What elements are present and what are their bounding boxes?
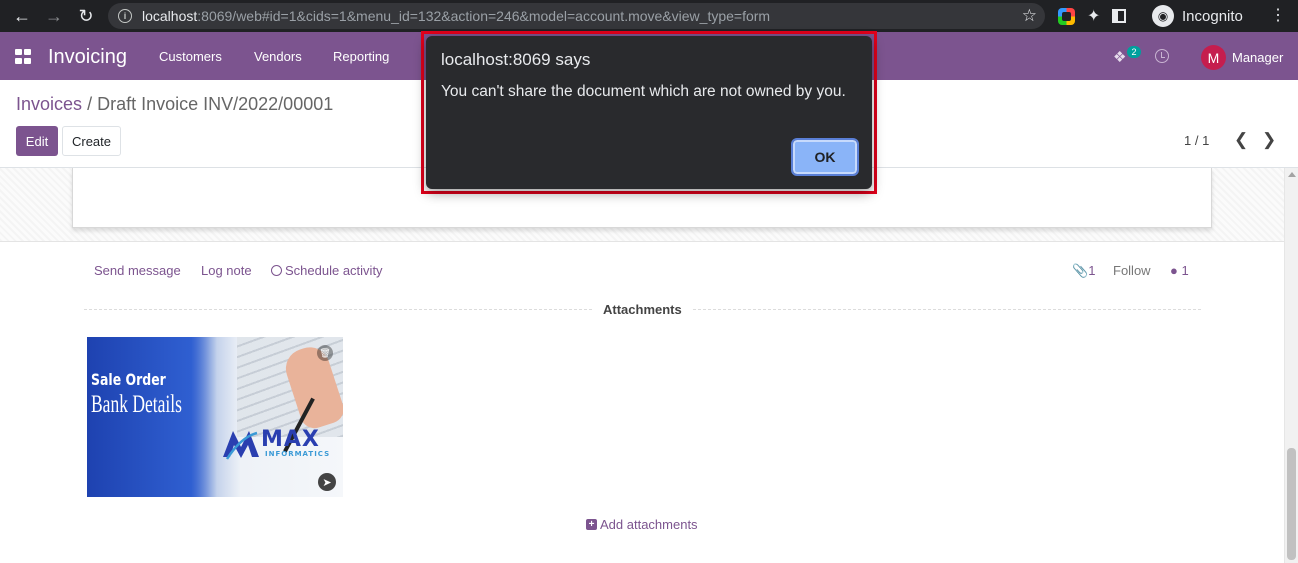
scroll-up-arrow-icon[interactable] — [1288, 172, 1296, 177]
paperclip-icon: 📎 — [1072, 263, 1089, 278]
followers-button[interactable]: ● 1 — [1170, 263, 1189, 278]
apps-menu-icon[interactable] — [15, 49, 32, 64]
follow-button[interactable]: Follow — [1113, 263, 1151, 278]
breadcrumb-invoices[interactable]: Invoices — [16, 94, 82, 114]
side-panel-icon[interactable] — [1112, 9, 1127, 23]
breadcrumb: Invoices / Draft Invoice INV/2022/00001 — [16, 94, 333, 115]
breadcrumb-current: Draft Invoice INV/2022/00001 — [97, 94, 334, 114]
thumbnail-title-line2: Bank Details — [91, 391, 182, 418]
ok-button[interactable]: OK — [791, 138, 859, 176]
forward-icon[interactable]: → — [38, 0, 70, 32]
log-note-button[interactable]: Log note — [201, 263, 252, 278]
messages-icon[interactable]: ❖ — [1113, 48, 1126, 66]
menu-reporting[interactable]: Reporting — [333, 49, 389, 64]
url-host: localhost — [142, 8, 198, 24]
bookmark-star-icon[interactable]: ☆ — [1022, 6, 1037, 26]
share-icon[interactable]: ➤ — [318, 473, 336, 491]
thumbnail-title-line1: Sale Order — [91, 370, 166, 389]
address-bar[interactable]: i localhost:8069/web#id=1&cids=1&menu_id… — [108, 3, 1045, 29]
browser-menu-icon[interactable]: ⋮ — [1270, 6, 1286, 26]
create-button[interactable]: Create — [62, 126, 121, 156]
messages-badge: 2 — [1127, 46, 1141, 58]
attachment-thumbnail[interactable]: Sale Order Bank Details MAX INFORMATICS … — [87, 337, 343, 497]
activity-clock-icon[interactable] — [1155, 49, 1169, 63]
incognito-label: Incognito — [1182, 7, 1243, 25]
add-attachments-button[interactable]: + Add attachments — [586, 517, 698, 532]
app-name[interactable]: Invoicing — [48, 46, 127, 69]
trash-icon[interactable]: 🗑 — [317, 345, 333, 361]
plus-square-icon: + — [586, 519, 597, 530]
attachment-count-button[interactable]: 📎1 — [1072, 263, 1095, 279]
back-icon[interactable]: ← — [6, 0, 38, 32]
reload-icon[interactable]: ↻ — [70, 0, 102, 32]
extensions-area: ✦ — [1058, 0, 1127, 32]
schedule-activity-button[interactable]: Schedule activity — [271, 263, 383, 278]
user-avatar[interactable]: M — [1201, 45, 1226, 70]
max-logo-mark-icon — [223, 431, 259, 460]
alert-title: localhost:8069 says — [441, 50, 591, 69]
puzzle-icon[interactable]: ✦ — [1087, 6, 1100, 26]
attachments-title: Attachments — [603, 302, 682, 317]
attachment-count: 1 — [1088, 263, 1096, 278]
attachments-divider-left — [84, 309, 592, 310]
pager-value[interactable]: 1 / 1 — [1184, 133, 1209, 148]
incognito-profile[interactable]: ◉ Incognito — [1152, 3, 1243, 29]
schedule-activity-label: Schedule activity — [285, 263, 383, 278]
user-name[interactable]: Manager — [1232, 50, 1283, 65]
pager-previous-icon[interactable]: ❮ — [1234, 130, 1248, 150]
page-scrollbar[interactable] — [1284, 168, 1298, 563]
pager-next-icon[interactable]: ❯ — [1262, 130, 1276, 150]
scrollbar-thumb[interactable] — [1287, 448, 1296, 560]
incognito-icon: ◉ — [1152, 5, 1174, 27]
menu-customers[interactable]: Customers — [159, 49, 222, 64]
clock-icon — [271, 265, 282, 276]
user-icon: ● — [1170, 263, 1178, 278]
follower-count: 1 — [1181, 263, 1189, 278]
breadcrumb-separator: / — [87, 94, 93, 114]
alert-message: You can't share the document which are n… — [441, 83, 846, 100]
attachments-divider-right — [693, 309, 1201, 310]
send-message-button[interactable]: Send message — [94, 263, 181, 278]
max-logo-text: MAX — [261, 427, 320, 452]
url-path: :8069/web#id=1&cids=1&menu_id=132&action… — [197, 8, 771, 24]
menu-vendors[interactable]: Vendors — [254, 49, 302, 64]
add-attachments-label: Add attachments — [600, 517, 698, 532]
url-text[interactable]: localhost:8069/web#id=1&cids=1&menu_id=1… — [142, 8, 770, 24]
info-icon[interactable]: i — [118, 9, 132, 23]
extension-icon[interactable] — [1058, 7, 1075, 25]
max-logo-subtext: INFORMATICS — [265, 450, 331, 458]
alert-dialog: localhost:8069 says You can't share the … — [426, 36, 872, 189]
edit-button[interactable]: Edit — [16, 126, 58, 156]
browser-toolbar: ← → ↻ i localhost:8069/web#id=1&cids=1&m… — [0, 0, 1298, 32]
max-logo: MAX INFORMATICS — [221, 425, 333, 463]
